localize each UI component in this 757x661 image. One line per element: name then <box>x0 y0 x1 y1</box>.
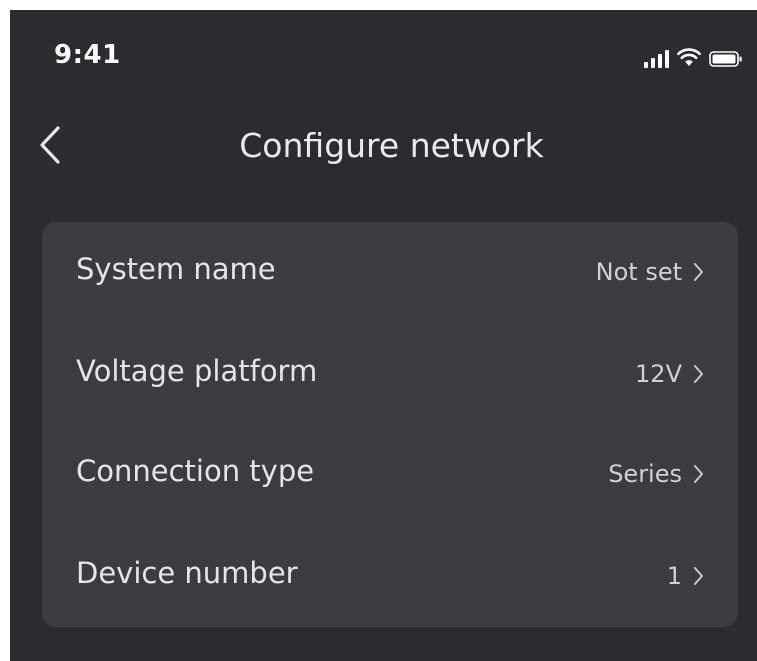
setting-label: Voltage platform <box>76 354 318 388</box>
setting-value-group: Series <box>608 460 704 488</box>
status-time: 9:41 <box>54 40 121 70</box>
setting-row-device-number[interactable]: Device number 1 <box>42 526 738 626</box>
setting-value: 1 <box>666 562 682 590</box>
setting-value: Series <box>608 460 682 488</box>
chevron-right-icon <box>692 463 704 485</box>
setting-value-group: Not set <box>596 258 704 286</box>
setting-row-system-name[interactable]: System name Not set <box>42 222 738 322</box>
battery-icon <box>709 50 743 68</box>
setting-label: Device number <box>76 556 298 590</box>
setting-row-voltage-platform[interactable]: Voltage platform 12V <box>42 324 738 424</box>
status-icons <box>644 46 743 68</box>
setting-value-group: 12V <box>635 360 704 388</box>
setting-label: System name <box>76 252 276 286</box>
chevron-right-icon <box>692 565 704 587</box>
setting-value: Not set <box>595 258 682 286</box>
setting-row-connection-type[interactable]: Connection type Series <box>42 424 738 524</box>
setting-value-group: 1 <box>667 562 704 590</box>
wifi-icon <box>677 48 701 68</box>
page-title: Configure network <box>239 126 544 165</box>
setting-value: 12V <box>635 360 682 388</box>
settings-card: System name Not set Voltage platform 12V… <box>42 222 738 627</box>
status-bar: 9:41 <box>10 10 757 100</box>
setting-label: Connection type <box>76 454 315 488</box>
chevron-right-icon <box>692 363 704 385</box>
cellular-signal-icon <box>644 50 669 68</box>
phone-screen: 9:41 Configure network System name Not s… <box>10 10 757 661</box>
chevron-right-icon <box>692 261 704 283</box>
